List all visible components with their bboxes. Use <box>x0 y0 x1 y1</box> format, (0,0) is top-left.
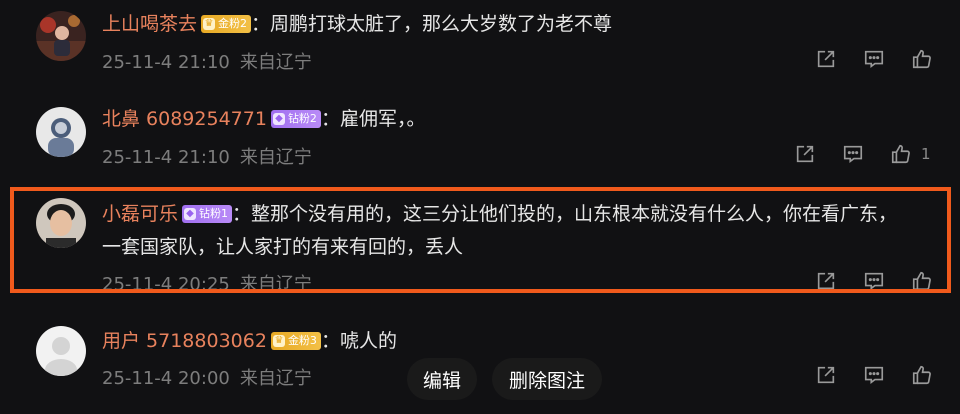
comment-line: 小磊可乐 ◆ 钻粉1 ：整那个没有用的，这三分让他们投的，山东根本就没有什么人，… <box>102 202 897 226</box>
diamond-icon: ◆ <box>184 208 197 220</box>
comment-text-continued: 一套国家队，让人家打的有来有回的，丢人 <box>102 236 464 258</box>
comment-actions <box>814 46 934 72</box>
comment-line: 用户 5718803062 ♛ 金粉3 ：唬人的 <box>102 329 397 353</box>
share-icon[interactable] <box>814 47 838 71</box>
comment-actions <box>814 268 934 294</box>
username-link[interactable]: 小磊可乐 <box>102 202 178 226</box>
comment-icon[interactable] <box>862 47 886 71</box>
like-count: 1 <box>921 145 931 163</box>
comment-meta: 25-11-4 20:00 来自辽宁 <box>102 364 312 390</box>
share-icon[interactable] <box>814 363 838 387</box>
comment-date: 25-11-4 21:10 <box>102 52 230 73</box>
comment-date: 25-11-4 20:25 <box>102 274 230 295</box>
delete-annotation-button[interactable]: 删除图注 <box>492 358 602 400</box>
avatar[interactable] <box>36 11 86 61</box>
comment-icon[interactable] <box>862 363 886 387</box>
comment-text: ：周鹏打球太脏了，那么大岁数了为老不尊 <box>251 13 613 35</box>
badge-icon: ♛ <box>203 18 216 30</box>
avatar[interactable] <box>36 198 86 248</box>
comment-text: ：雇佣军，。 <box>320 108 426 130</box>
diamond-icon: ◆ <box>272 113 285 125</box>
comment-actions <box>814 362 934 388</box>
badge-icon: ♛ <box>272 335 285 347</box>
like-icon[interactable] <box>910 47 934 71</box>
fan-badge[interactable]: ◆ 钻粉1 <box>182 205 233 223</box>
like-icon[interactable] <box>910 363 934 387</box>
comment-location: 来自辽宁 <box>239 274 312 295</box>
like-icon[interactable] <box>889 142 913 166</box>
comment-actions: 1 <box>793 141 931 167</box>
fan-badge[interactable]: ♛ 金粉3 <box>270 332 321 350</box>
comment-line: 北鼻 6089254771 ◆ 钻粉2 ：雇佣军，。 <box>102 107 425 131</box>
comment-icon[interactable] <box>841 142 865 166</box>
avatar[interactable] <box>36 326 86 376</box>
comment-location: 来自辽宁 <box>239 147 312 168</box>
username-link[interactable]: 北鼻 6089254771 <box>102 107 267 131</box>
comment-meta: 25-11-4 21:10 来自辽宁 <box>102 48 312 74</box>
share-icon[interactable] <box>793 142 817 166</box>
badge-label: 钻粉1 <box>199 207 229 220</box>
comment-date: 25-11-4 20:00 <box>102 368 230 389</box>
comment-icon[interactable] <box>862 269 886 293</box>
comment-text: ：唬人的 <box>320 330 397 352</box>
avatar[interactable] <box>36 107 86 157</box>
badge-label: 钻粉2 <box>287 112 317 125</box>
comment-location: 来自辽宁 <box>239 52 312 73</box>
badge-label: 金粉3 <box>287 334 317 347</box>
comment-date: 25-11-4 21:10 <box>102 147 230 168</box>
comment-meta: 25-11-4 21:10 来自辽宁 <box>102 143 312 169</box>
fan-badge[interactable]: ♛ 金粉2 <box>201 15 252 33</box>
share-icon[interactable] <box>814 269 838 293</box>
comment-meta: 25-11-4 20:25 来自辽宁 <box>102 270 312 296</box>
comment-location: 来自辽宁 <box>239 368 312 389</box>
fan-badge[interactable]: ◆ 钻粉2 <box>270 110 321 128</box>
badge-label: 金粉2 <box>218 17 248 30</box>
comment-line: 上山喝茶去 ♛ 金粉2 ：周鹏打球太脏了，那么大岁数了为老不尊 <box>102 12 612 36</box>
edit-button[interactable]: 编辑 <box>407 358 477 400</box>
like-icon[interactable] <box>910 269 934 293</box>
username-link[interactable]: 上山喝茶去 <box>102 12 197 36</box>
comment-text: ：整那个没有用的，这三分让他们投的，山东根本就没有什么人，你在看广东， <box>232 203 898 225</box>
username-link[interactable]: 用户 5718803062 <box>102 329 267 353</box>
